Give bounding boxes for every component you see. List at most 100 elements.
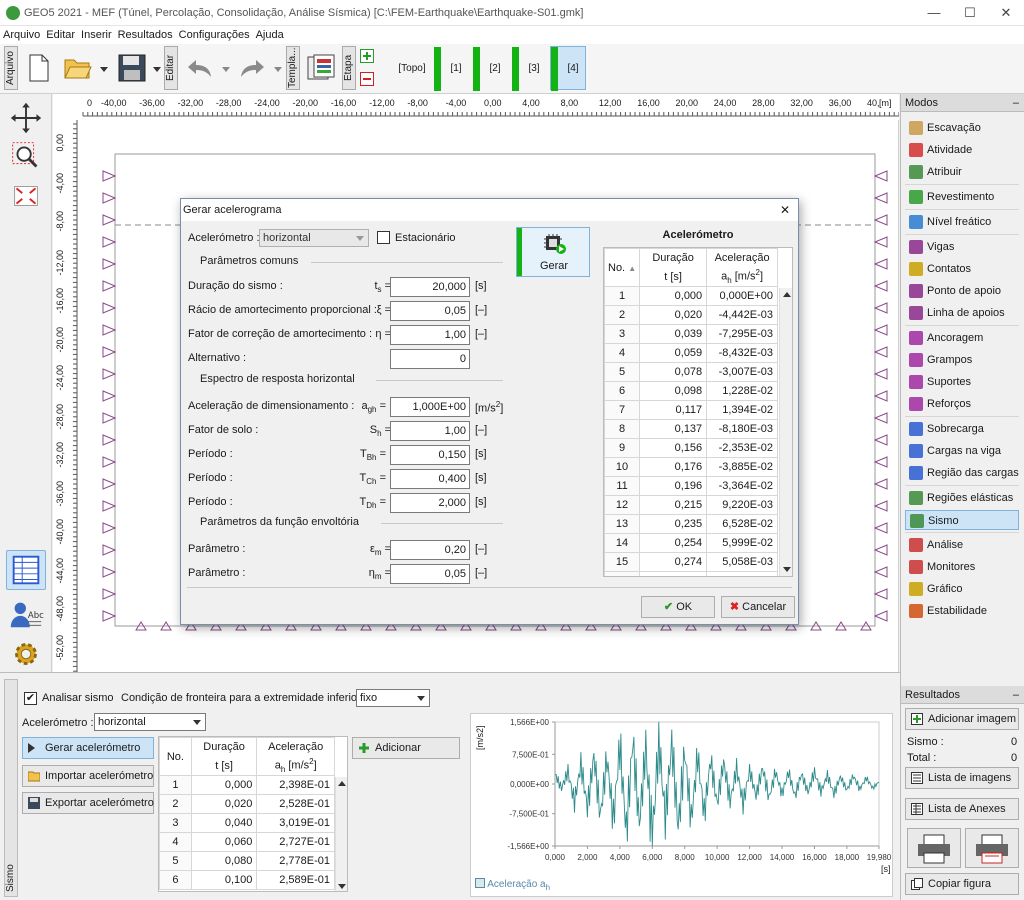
mode-beam-loads[interactable]: Cargas na viga [905, 441, 1019, 461]
row-acceleration[interactable]: -8,180E-03 [706, 419, 778, 439]
table-row[interactable]: 3 0,040 3,019E-01 [159, 813, 335, 833]
templates-tab[interactable]: Templa... [286, 46, 300, 90]
mode-assign[interactable]: Atribuir [905, 162, 1019, 182]
image-list-button[interactable]: Lista de imagens [905, 767, 1019, 789]
mode-contacts[interactable]: Contatos [905, 259, 1019, 279]
modes-collapse-button[interactable]: – [1013, 97, 1019, 109]
mode-reinforcement[interactable]: Reforços [905, 394, 1019, 414]
row-acceleration[interactable]: 5,058E-03 [706, 552, 778, 572]
row-duration[interactable]: 0,098 [639, 381, 708, 401]
display-settings-icon[interactable]: Abc [6, 594, 46, 634]
stage-topo[interactable]: [Topo] [392, 46, 432, 90]
row-acceleration[interactable]: -3,364E-02 [706, 476, 778, 496]
menu-inserir[interactable]: Inserir [78, 28, 115, 42]
menu-arquivo[interactable]: Arquivo [0, 28, 43, 42]
field-damping-input[interactable]: 0,05 [390, 301, 470, 321]
table-row[interactable]: 4 0,059 -8,432E-03 [604, 343, 778, 363]
row-acceleration[interactable]: -2,353E-02 [706, 438, 778, 458]
dlg-accelerometer-select[interactable]: horizontal [259, 229, 369, 247]
row-acceleration[interactable]: -3,885E-02 [706, 457, 778, 477]
row-acceleration[interactable]: -3,007E-03 [706, 362, 778, 382]
row-duration[interactable]: 0,000 [639, 286, 708, 306]
editar-tab[interactable]: Editar [164, 46, 178, 90]
table-row[interactable]: 9 0,156 -2,353E-02 [604, 438, 778, 458]
mode-surcharge[interactable]: Sobrecarga [905, 419, 1019, 439]
row-duration[interactable]: 0,039 [639, 324, 708, 344]
mode-anchor[interactable]: Ancoragem [905, 328, 1019, 348]
zoom-window-icon[interactable] [6, 136, 46, 176]
close-window-button[interactable]: ✕ [988, 0, 1024, 26]
row-duration[interactable]: 0,196 [639, 476, 708, 496]
row-duration[interactable]: 0,040 [190, 813, 258, 833]
dlg-col-no[interactable]: No. ▲ [604, 248, 641, 287]
undo-dropdown-arrow-icon[interactable] [222, 67, 230, 72]
menu-editar[interactable]: Editar [43, 28, 78, 42]
table-row[interactable]: 3 0,039 -7,295E-03 [604, 324, 778, 344]
row-acceleration[interactable]: -7,295E-03 [706, 324, 778, 344]
table-scrollbar[interactable] [335, 777, 347, 891]
mode-load-region[interactable]: Região das cargas [905, 463, 1019, 483]
open-folder-icon[interactable] [64, 56, 92, 80]
table-row[interactable]: 2 0,020 2,528E-01 [159, 794, 335, 814]
stage-4-active[interactable]: [4] [550, 46, 586, 91]
table-row[interactable]: 13 0,235 6,528E-02 [604, 514, 778, 534]
mode-nails[interactable]: Grampos [905, 350, 1019, 370]
annex-list-button[interactable]: Lista de Anexes [905, 798, 1019, 820]
row-acceleration[interactable]: 1,228E-02 [706, 381, 778, 401]
etapa-tab[interactable]: Etapa [342, 46, 356, 90]
row-duration[interactable]: 0,059 [639, 343, 708, 363]
field-duration-input[interactable]: 20,000 [390, 277, 470, 297]
mode-activity[interactable]: Atividade [905, 140, 1019, 160]
mode-props[interactable]: Suportes [905, 372, 1019, 392]
dialog-table-scrollbar[interactable] [779, 288, 792, 576]
mode-monitors[interactable]: Monitores [905, 557, 1019, 577]
row-acceleration[interactable]: 6,528E-02 [706, 514, 778, 534]
table-row[interactable]: 160,293-3,842E-03 [604, 571, 778, 576]
table-row[interactable]: 15 0,274 5,058E-03 [604, 552, 778, 572]
export-accelerometer-button[interactable]: Exportar acelerómetro [22, 792, 154, 814]
row-acceleration[interactable]: 2,778E-01 [256, 851, 335, 871]
generate-accelerometer-button[interactable]: Gerar acelerómetro [22, 737, 154, 759]
stage-3[interactable]: [3] [511, 46, 547, 91]
mode-beams[interactable]: Vigas [905, 237, 1019, 257]
zoom-extents-icon[interactable] [6, 176, 46, 216]
table-row[interactable]: 6 0,100 2,589E-01 [159, 870, 335, 890]
arquivo-tab[interactable]: Arquivo [4, 46, 18, 90]
print-pdf-button[interactable] [965, 828, 1019, 868]
table-row[interactable]: 2 0,020 -4,442E-03 [604, 305, 778, 325]
mode-stability[interactable]: Estabilidade [905, 601, 1019, 621]
mode-lining[interactable]: Revestimento [905, 187, 1019, 207]
new-file-icon[interactable] [28, 54, 50, 82]
accelerometer-select[interactable]: horizontal [94, 713, 206, 731]
generate-button[interactable]: Gerar [516, 227, 590, 277]
row-duration[interactable]: 0,215 [639, 495, 708, 515]
save-icon[interactable] [118, 54, 146, 82]
table-row[interactable]: 11 0,196 -3,364E-02 [604, 476, 778, 496]
row-duration[interactable]: 0,080 [190, 851, 258, 871]
field-damp_corr-input[interactable]: 1,00 [390, 325, 470, 345]
field-nm-input[interactable]: 0,05 [390, 564, 470, 584]
menu-configuracoes[interactable]: Configurações [176, 28, 253, 42]
row-acceleration[interactable]: -8,432E-03 [706, 343, 778, 363]
row-acceleration[interactable]: -4,442E-03 [706, 305, 778, 325]
row-duration[interactable]: 0,176 [639, 457, 708, 477]
mode-excavation[interactable]: Escavação [905, 118, 1019, 138]
row-duration[interactable]: 0,078 [639, 362, 708, 382]
mode-graph[interactable]: Gráfico [905, 579, 1019, 599]
ok-button[interactable]: ✔ OK [641, 596, 715, 618]
table-row[interactable]: 7 0,117 1,394E-02 [604, 400, 778, 420]
row-duration[interactable]: 0,000 [190, 775, 258, 795]
field-tdh-input[interactable]: 2,000 [390, 493, 470, 513]
table-row[interactable]: 5 0,080 2,778E-01 [159, 851, 335, 871]
row-acceleration[interactable]: 2,398E-01 [256, 775, 335, 795]
stage-2[interactable]: [2] [472, 46, 508, 91]
print-button[interactable] [907, 828, 961, 868]
field-agh-input[interactable]: 1,000E+00 [390, 397, 470, 417]
menu-ajuda[interactable]: Ajuda [253, 28, 287, 42]
mode-water-table[interactable]: Nível freático [905, 212, 1019, 232]
stage-1[interactable]: [1] [433, 46, 469, 91]
minimize-button[interactable]: — [916, 0, 952, 26]
settings-gear-icon[interactable] [6, 634, 46, 674]
row-acceleration[interactable]: 2,589E-01 [256, 870, 335, 890]
row-acceleration[interactable]: 2,727E-01 [256, 832, 335, 852]
